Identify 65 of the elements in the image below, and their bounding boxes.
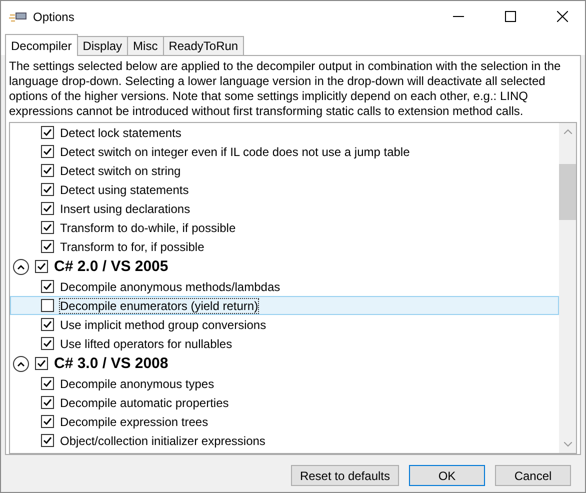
dialog-button[interactable]: Cancel — [495, 465, 571, 486]
checkbox[interactable] — [41, 145, 54, 158]
option-label: Detect switch on string — [60, 164, 181, 178]
checkbox[interactable] — [41, 164, 54, 177]
checkbox[interactable] — [41, 202, 54, 215]
checkbox[interactable] — [41, 126, 54, 139]
option-row[interactable]: Use lifted operators for nullables — [10, 334, 559, 353]
option-label: Decompile automatic properties — [60, 396, 229, 410]
option-label: Detect lock statements — [60, 126, 182, 140]
option-row[interactable]: Decompile anonymous types — [10, 374, 559, 393]
checkbox[interactable] — [41, 337, 54, 350]
option-row[interactable]: Transform to for, if possible — [10, 237, 559, 256]
option-label: Insert using declarations — [60, 202, 190, 216]
checkbox[interactable] — [41, 221, 54, 234]
checkbox[interactable] — [35, 357, 48, 370]
scrollbar[interactable] — [559, 123, 576, 453]
checkbox[interactable] — [41, 280, 54, 293]
option-label: Decompile expression trees — [60, 414, 208, 428]
option-label: Use lifted operators for nullables — [60, 336, 232, 350]
tab[interactable]: Display — [76, 36, 128, 55]
option-row[interactable]: Detect switch on string — [10, 161, 559, 180]
option-row[interactable]: Decompile anonymous methods/lambdas — [10, 277, 559, 296]
description-text: The settings selected below are applied to the decompiler output in combination with the selection in the language drop-down. Selecting a lower language version in the drop-down will deactivate all selected options of the higher versions. Note that some settings implicitly depend on each other, e.g.: LINQ expressions cannot be introduced without first transforming static calls to extension method calls. — [9, 59, 562, 119]
checkbox[interactable] — [41, 183, 54, 196]
option-row[interactable]: Detect switch on integer even if IL code does not use a jump table — [10, 142, 559, 161]
option-row[interactable]: Insert using declarations — [10, 199, 559, 218]
checkbox[interactable] — [41, 318, 54, 331]
option-row[interactable]: Use implicit method group conversions — [10, 315, 559, 334]
checkbox[interactable] — [41, 396, 54, 409]
group-label: C# 2.0 / VS 2005 — [54, 258, 168, 275]
option-row[interactable]: Detect using statements — [10, 180, 559, 199]
option-label: Transform to do-while, if possible — [60, 220, 236, 234]
dialog-button[interactable]: OK — [409, 465, 485, 486]
collapse-icon[interactable] — [13, 356, 29, 372]
option-row[interactable]: Decompile automatic properties — [10, 393, 559, 412]
option-row[interactable]: Detect lock statements — [10, 123, 559, 142]
group-label: C# 3.0 / VS 2008 — [54, 355, 168, 372]
tab[interactable]: ReadyToRun — [162, 36, 244, 55]
collapse-icon[interactable] — [13, 258, 29, 274]
checkbox[interactable] — [41, 299, 54, 312]
dialog-button[interactable]: Reset to defaults — [290, 465, 399, 486]
option-label: Use implicit method group conversions — [60, 318, 266, 332]
tab[interactable]: Decompiler — [5, 34, 78, 56]
window-title: Options — [33, 10, 76, 24]
tab[interactable]: Misc — [127, 36, 164, 55]
option-label: Object/collection initializer expressions — [60, 434, 266, 448]
option-label: Detect using statements — [60, 182, 189, 196]
option-label: Decompile anonymous types — [60, 376, 214, 390]
option-row[interactable]: Decompile enumerators (yield return) — [10, 296, 559, 315]
option-label: Decompile enumerators (yield return) — [60, 298, 258, 312]
checkbox[interactable] — [35, 260, 48, 273]
app-icon — [9, 10, 27, 24]
option-row[interactable]: Transform to do-while, if possible — [10, 218, 559, 237]
option-row[interactable]: Object/collection initializer expressions — [10, 431, 559, 450]
option-label: Detect switch on integer even if IL code does not use a jump table — [60, 144, 410, 158]
checkbox[interactable] — [41, 415, 54, 428]
checkbox[interactable] — [41, 434, 54, 447]
option-row[interactable]: C# 2.0 / VS 2005 — [10, 256, 559, 277]
scroll-thumb[interactable] — [559, 164, 576, 220]
option-row[interactable]: C# 3.0 / VS 2008 — [10, 353, 559, 374]
checkbox[interactable] — [41, 240, 54, 253]
option-row[interactable]: Decompile expression trees — [10, 412, 559, 431]
option-label: Decompile anonymous methods/lambdas — [60, 280, 280, 294]
checkbox[interactable] — [41, 377, 54, 390]
option-label: Transform to for, if possible — [60, 240, 204, 254]
